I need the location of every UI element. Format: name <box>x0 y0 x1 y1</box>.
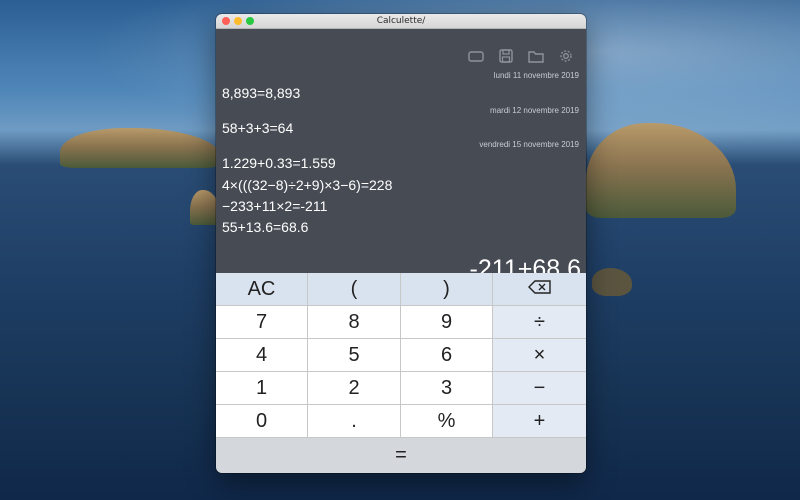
history-line[interactable]: −233+11×2=-211 <box>222 198 327 214</box>
digit-8-button[interactable]: 8 <box>308 306 401 339</box>
plus-button[interactable]: + <box>493 405 586 438</box>
open-paren-button[interactable]: ( <box>308 273 401 306</box>
history-line[interactable]: 4×(((32−8)÷2+9)×3−6)=228 <box>222 177 392 193</box>
minus-button[interactable]: − <box>493 372 586 405</box>
digit-4-button[interactable]: 4 <box>216 339 308 372</box>
digit-2-button[interactable]: 2 <box>308 372 401 405</box>
history-date: vendredi 15 novembre 2019 <box>479 140 579 149</box>
history-date: mardi 12 novembre 2019 <box>490 106 579 115</box>
calculator-window: Calculette/ lundi 11 novembre 2019 8,893… <box>216 14 586 473</box>
window-title: Calculette/ <box>376 16 426 26</box>
backspace-button[interactable] <box>493 273 586 306</box>
equals-button[interactable]: = <box>216 438 586 473</box>
desktop-rock <box>592 268 632 296</box>
digit-9-button[interactable]: 9 <box>401 306 493 339</box>
keypad: AC ( ) 7 8 9 ÷ 4 5 6 × 1 2 3 − 0 . % + = <box>216 273 586 473</box>
percent-button[interactable]: % <box>401 405 493 438</box>
decimal-button[interactable]: . <box>308 405 401 438</box>
multiply-button[interactable]: × <box>493 339 586 372</box>
digit-1-button[interactable]: 1 <box>216 372 308 405</box>
folder-icon[interactable] <box>528 48 544 63</box>
title-bar[interactable]: Calculette/ <box>216 14 586 29</box>
display-area: lundi 11 novembre 2019 8,893=8,893 mardi… <box>216 29 586 287</box>
close-paren-button[interactable]: ) <box>401 273 493 306</box>
digit-7-button[interactable]: 7 <box>216 306 308 339</box>
divide-button[interactable]: ÷ <box>493 306 586 339</box>
history-line[interactable]: 8,893=8,893 <box>222 85 300 101</box>
history-line[interactable]: 55+13.6=68.6 <box>222 219 308 235</box>
history-line[interactable]: 58+3+3=64 <box>222 120 293 136</box>
digit-3-button[interactable]: 3 <box>401 372 493 405</box>
history-line[interactable]: 1.229+0.33=1.559 <box>222 155 336 171</box>
backspace-icon <box>527 278 553 301</box>
digit-0-button[interactable]: 0 <box>216 405 308 438</box>
display-icon[interactable] <box>468 48 484 62</box>
history-date: lundi 11 novembre 2019 <box>493 71 579 80</box>
digit-5-button[interactable]: 5 <box>308 339 401 372</box>
digit-6-button[interactable]: 6 <box>401 339 493 372</box>
clear-button[interactable]: AC <box>216 273 308 306</box>
save-icon[interactable] <box>499 48 513 63</box>
gear-icon[interactable] <box>559 48 573 62</box>
